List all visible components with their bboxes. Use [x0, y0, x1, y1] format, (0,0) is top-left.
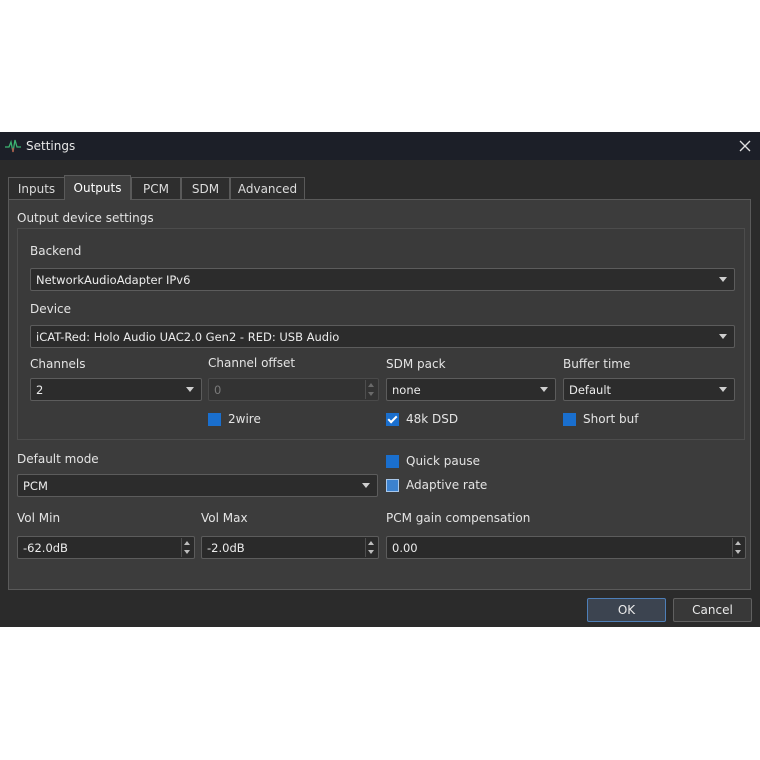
device-label: Device: [30, 302, 72, 316]
pcm-gain-spinbox[interactable]: 0.00: [386, 536, 746, 559]
quick-pause-checkbox[interactable]: Quick pause: [386, 453, 480, 469]
chevron-down-icon: [719, 387, 727, 392]
dsd48k-checkbox[interactable]: 48k DSD: [386, 411, 458, 427]
spin-up-icon: [735, 541, 741, 545]
channels-value: 2: [36, 382, 44, 397]
channel-offset-spinbox[interactable]: 0: [208, 378, 379, 401]
spin-buttons[interactable]: [732, 538, 744, 557]
buffer-time-select[interactable]: Default: [563, 378, 735, 401]
buffer-time-label: Buffer time: [563, 357, 631, 371]
output-group-title: Output device settings: [17, 211, 154, 225]
vol-max-label: Vol Max: [201, 511, 248, 525]
chevron-down-icon: [540, 387, 548, 392]
spin-down-icon: [368, 550, 374, 554]
default-mode-select[interactable]: PCM: [17, 474, 378, 497]
spin-up-icon: [368, 541, 374, 545]
short-buf-label: Short buf: [583, 412, 639, 426]
checkbox-checked-icon[interactable]: [386, 412, 399, 426]
vol-max-spinbox[interactable]: -2.0dB: [201, 536, 379, 559]
adaptive-rate-label: Adaptive rate: [406, 478, 488, 492]
vol-min-value: -62.0dB: [23, 540, 68, 555]
checkbox-box[interactable]: [563, 412, 576, 426]
chevron-down-icon: [719, 334, 727, 339]
tab-pcm[interactable]: PCM: [131, 177, 181, 199]
tab-inputs[interactable]: Inputs: [8, 177, 65, 199]
checkbox-box[interactable]: [208, 412, 221, 426]
spin-down-icon: [184, 550, 190, 554]
spin-up-icon: [368, 383, 374, 387]
chevron-down-icon: [719, 277, 727, 282]
spin-buttons[interactable]: [365, 380, 377, 399]
chevron-down-icon: [186, 387, 194, 392]
adaptive-rate-checkbox[interactable]: Adaptive rate: [386, 477, 487, 493]
tab-outputs[interactable]: Outputs: [64, 175, 131, 200]
channel-offset-value: 0: [214, 382, 222, 397]
two-wire-checkbox[interactable]: 2wire: [208, 411, 261, 427]
checkbox-box[interactable]: [386, 454, 399, 468]
output-device-group: Backend NetworkAudioAdapter IPv6 Device …: [17, 228, 745, 440]
default-mode-label: Default mode: [17, 452, 99, 466]
two-wire-label: 2wire: [228, 412, 261, 426]
sdm-pack-select[interactable]: none: [386, 378, 556, 401]
ok-button[interactable]: OK: [587, 598, 666, 622]
channel-offset-label: Channel offset: [208, 356, 296, 370]
quick-pause-label: Quick pause: [406, 454, 480, 468]
waveform-icon: [5, 139, 21, 153]
sdm-pack-label: SDM pack: [386, 357, 446, 371]
outputs-panel: Output device settings Backend NetworkAu…: [8, 199, 751, 590]
device-value: iCAT-Red: Holo Audio UAC2.0 Gen2 - RED: …: [36, 329, 340, 344]
backend-value: NetworkAudioAdapter IPv6: [36, 272, 191, 287]
short-buf-checkbox[interactable]: Short buf: [563, 411, 638, 427]
chevron-down-icon: [362, 483, 370, 488]
buffer-time-value: Default: [569, 382, 612, 397]
title-bar: Settings: [0, 132, 760, 160]
backend-label: Backend: [30, 244, 82, 258]
vol-max-value: -2.0dB: [207, 540, 245, 555]
spin-up-icon: [184, 541, 190, 545]
device-select[interactable]: iCAT-Red: Holo Audio UAC2.0 Gen2 - RED: …: [30, 325, 735, 348]
settings-dialog: Settings Inputs Outputs PCM SDM Advanced…: [0, 132, 760, 627]
checkbox-box[interactable]: [386, 478, 399, 492]
pcm-gain-label: PCM gain compensation: [386, 511, 531, 525]
default-mode-value: PCM: [23, 478, 48, 493]
close-icon: [739, 140, 751, 152]
backend-select[interactable]: NetworkAudioAdapter IPv6: [30, 268, 735, 291]
close-button[interactable]: [730, 132, 760, 160]
cancel-button[interactable]: Cancel: [673, 598, 752, 622]
tab-sdm[interactable]: SDM: [181, 177, 230, 199]
pcm-gain-value: 0.00: [392, 540, 418, 555]
spin-buttons[interactable]: [181, 538, 193, 557]
dsd48k-label: 48k DSD: [406, 412, 459, 426]
tab-advanced[interactable]: Advanced: [230, 177, 305, 199]
vol-min-spinbox[interactable]: -62.0dB: [17, 536, 195, 559]
window-title: Settings: [26, 139, 76, 153]
channels-select[interactable]: 2: [30, 378, 202, 401]
spin-buttons[interactable]: [365, 538, 377, 557]
spin-down-icon: [368, 392, 374, 396]
spin-down-icon: [735, 550, 741, 554]
sdm-pack-value: none: [392, 382, 421, 397]
vol-min-label: Vol Min: [17, 511, 61, 525]
channels-label: Channels: [30, 357, 86, 371]
